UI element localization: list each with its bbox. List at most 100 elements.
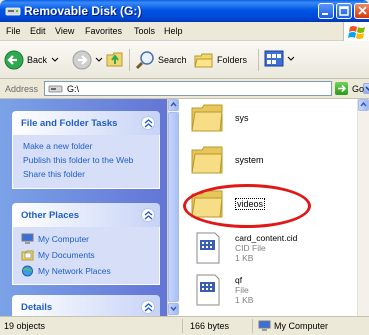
status-size: 166 bytes — [190, 321, 230, 331]
file-item[interactable]: card_content.cid CID File 1 KB — [189, 232, 297, 264]
windows-flag-icon — [348, 26, 365, 39]
chevron-down-icon — [95, 57, 103, 62]
other-places-body: My Computer My Documents My Network Plac… — [12, 227, 160, 285]
scroll-thumb[interactable] — [168, 112, 179, 302]
file-name: card_content.cid — [235, 233, 298, 243]
details-panel: Details — [12, 295, 160, 316]
chevron-down-icon — [51, 57, 59, 62]
publish-folder-link[interactable]: Publish this folder to the Web — [13, 154, 159, 168]
collapse-button[interactable] — [141, 116, 155, 130]
folders-icon — [194, 53, 213, 68]
file-name: sys — [235, 113, 249, 123]
menu-favorites[interactable]: Favorites — [85, 26, 122, 36]
cid-file-icon — [196, 232, 220, 264]
my-documents-icon — [21, 250, 34, 261]
go-button[interactable] — [335, 82, 348, 95]
maximize-button[interactable] — [336, 3, 352, 19]
file-name: system — [235, 155, 264, 165]
make-new-folder-link[interactable]: Make a new folder — [13, 140, 159, 154]
menu-help[interactable]: Help — [164, 26, 183, 36]
folder-icon — [191, 104, 223, 132]
window-title: Removable Disk (G:) — [24, 4, 142, 18]
file-folder-tasks-title: File and Folder Tasks — [21, 118, 118, 129]
my-computer-link[interactable]: My Computer — [13, 231, 159, 247]
chevron-down-icon — [287, 56, 295, 61]
removable-disk-icon — [48, 85, 63, 93]
address-bar: Address G:\ Go — [0, 79, 369, 99]
menu-tools[interactable]: Tools — [134, 26, 155, 36]
title-bar[interactable]: Removable Disk (G:) — [0, 0, 369, 22]
minimize-button[interactable] — [318, 3, 334, 19]
chevron-up-icon — [170, 101, 177, 107]
file-list-scrollbar[interactable] — [357, 99, 369, 316]
my-computer-icon — [258, 320, 271, 331]
standard-toolbar: Back Search Folders — [0, 41, 369, 79]
address-field[interactable]: G:\ — [44, 81, 369, 96]
search-icon — [135, 51, 154, 70]
file-folder-tasks-panel: File and Folder Tasks Make a new folder … — [12, 111, 160, 189]
back-button[interactable]: Back — [4, 50, 59, 70]
back-arrow-icon — [4, 50, 24, 70]
file-type: File — [235, 285, 249, 295]
details-header[interactable]: Details — [12, 295, 160, 316]
other-places-header[interactable]: Other Places — [12, 203, 160, 227]
other-places-title: Other Places — [21, 210, 80, 221]
my-documents-link[interactable]: My Documents — [13, 247, 159, 263]
my-computer-icon — [21, 233, 34, 244]
search-button[interactable]: Search — [135, 50, 187, 70]
status-bar: 19 objects 166 bytes My Computer — [0, 316, 369, 335]
file-meta: card_content.cid CID File 1 KB — [235, 233, 297, 263]
chevron-up-icon — [144, 119, 153, 128]
toolbar-separator — [258, 49, 259, 71]
folder-icon — [191, 146, 223, 174]
scroll-down-button[interactable] — [168, 303, 179, 315]
chevron-up-icon — [144, 303, 153, 312]
go-label[interactable]: Go — [352, 84, 364, 94]
windows-logo — [343, 22, 369, 41]
file-size: 1 KB — [235, 295, 254, 305]
file-item[interactable]: qf File 1 KB — [189, 274, 253, 306]
file-item[interactable]: videos — [183, 184, 311, 228]
file-type: CID File — [235, 243, 266, 253]
views-icon — [264, 50, 284, 67]
collapse-button[interactable] — [141, 300, 155, 314]
forward-button[interactable] — [72, 50, 103, 70]
chevron-up-icon — [144, 211, 153, 220]
close-button[interactable] — [354, 3, 369, 19]
scroll-up-button[interactable] — [168, 99, 179, 111]
task-pane-scrollbar[interactable] — [167, 99, 179, 316]
my-network-places-icon — [22, 265, 33, 277]
explorer-window: Removable Disk (G:) File Edit View Favor… — [0, 0, 369, 335]
file-name: videos — [235, 198, 266, 210]
back-label: Back — [27, 55, 48, 65]
menu-file[interactable]: File — [6, 26, 21, 36]
collapse-button[interactable] — [141, 208, 155, 222]
my-network-places-link[interactable]: My Network Places — [13, 263, 159, 279]
go-arrow-icon — [338, 84, 347, 93]
menu-view[interactable]: View — [55, 26, 74, 36]
status-object-count: 19 objects — [4, 321, 46, 331]
other-places-panel: Other Places My Computer My Documents My… — [12, 203, 160, 285]
file-size: 1 KB — [235, 253, 254, 263]
menu-edit[interactable]: Edit — [30, 26, 46, 36]
forward-arrow-icon — [72, 50, 92, 70]
menu-bar: File Edit View Favorites Tools Help — [0, 22, 369, 41]
folders-button[interactable]: Folders — [194, 50, 247, 70]
maximize-icon — [339, 6, 349, 16]
file-item[interactable]: sys — [189, 102, 249, 134]
address-label: Address — [5, 84, 39, 94]
views-button[interactable] — [264, 50, 295, 68]
generic-file-icon — [196, 274, 220, 306]
up-folder-button[interactable] — [106, 50, 124, 68]
file-item[interactable]: system — [189, 144, 264, 176]
status-location: My Computer — [274, 321, 329, 331]
chevron-down-icon — [170, 306, 177, 312]
my-documents-label: My Documents — [38, 250, 95, 260]
address-value: G:\ — [67, 84, 80, 94]
details-title: Details — [21, 302, 53, 313]
scroll-up-button[interactable] — [358, 99, 369, 111]
search-label: Search — [158, 55, 187, 65]
file-list: sys system videos card_content.cid CID F… — [179, 99, 369, 316]
file-folder-tasks-header[interactable]: File and Folder Tasks — [12, 111, 160, 135]
share-folder-link[interactable]: Share this folder — [13, 168, 159, 182]
